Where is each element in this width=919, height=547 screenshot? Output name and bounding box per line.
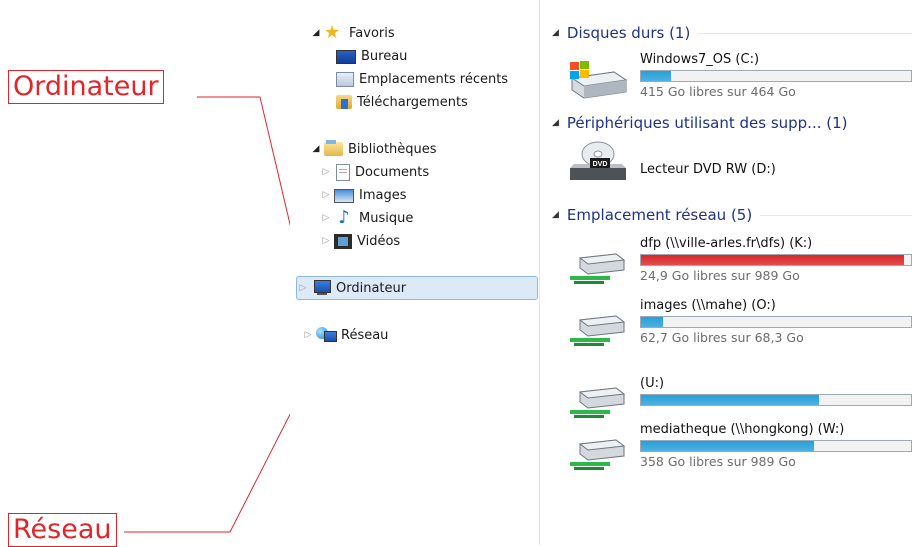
nav-item-musique[interactable]: ▷ ♪ Musique: [320, 207, 414, 229]
collapse-arrow-icon[interactable]: ▷: [302, 330, 314, 340]
desktop-icon: [336, 50, 356, 64]
music-icon: ♪: [338, 207, 350, 228]
nav-item-label: Téléchargements: [357, 94, 468, 110]
nav-item-label: Vidéos: [357, 233, 401, 249]
collapse-arrow-icon[interactable]: ▷: [320, 213, 332, 223]
capacity-bar-fill: [641, 317, 663, 327]
drive-free-space: 24,9 Go libres sur 989 Go: [640, 268, 800, 283]
group-header-hdd[interactable]: ◢ Disques durs (1): [552, 24, 912, 42]
network-drive-icon: [570, 387, 626, 418]
hard-drive-windows-icon: [570, 61, 628, 99]
drive-c[interactable]: Windows7_OS (C:) 415 Go libres sur 464 G…: [566, 52, 916, 104]
downloads-icon: [336, 95, 352, 109]
collapse-group-icon[interactable]: ◢: [552, 118, 559, 128]
star-icon: ★: [324, 22, 341, 43]
nav-item-videos[interactable]: ▷ Vidéos: [320, 230, 400, 252]
capacity-bar: [640, 394, 912, 406]
nav-item-label: Images: [359, 187, 407, 203]
expand-arrow-icon[interactable]: ◢: [310, 144, 322, 154]
drive-free-space: 358 Go libres sur 989 Go: [640, 454, 796, 469]
group-header-network[interactable]: ◢ Emplacement réseau (5): [552, 206, 912, 224]
drive-w[interactable]: mediatheque (\\hongkong) (W:) 358 Go lib…: [566, 422, 916, 474]
recent-places-icon: [336, 71, 354, 87]
libraries-icon: [324, 140, 343, 156]
group-title: Emplacement réseau (5): [566, 206, 753, 224]
capacity-bar: [640, 70, 912, 82]
nav-item-label: Emplacements récents: [359, 71, 509, 87]
nav-item-telechargements[interactable]: Téléchargements: [334, 91, 468, 113]
group-title: Disques durs (1): [566, 24, 691, 42]
drive-o[interactable]: images (\\mahe) (O:) 62,7 Go libres sur …: [566, 298, 916, 350]
drive-u[interactable]: (U:): [566, 376, 916, 428]
drive-dvd[interactable]: DVD Lecteur DVD RW (D:): [566, 141, 916, 196]
group-divider: [698, 32, 912, 34]
nav-item-label: Bureau: [361, 48, 408, 64]
nav-ordinateur-label: Ordinateur: [336, 280, 407, 296]
capacity-bar: [640, 254, 912, 266]
videos-icon: [334, 233, 352, 249]
capacity-bar: [640, 440, 912, 452]
drive-name: images (\\mahe) (O:): [640, 298, 776, 313]
collapse-arrow-icon[interactable]: ▷: [320, 167, 332, 177]
nav-item-label: Documents: [355, 164, 430, 180]
nav-bibliotheques-label: Bibliothèques: [348, 141, 437, 157]
nav-favoris-label: Favoris: [349, 25, 395, 41]
collapse-arrow-icon[interactable]: ▷: [297, 283, 309, 293]
drive-name: Windows7_OS (C:): [640, 52, 760, 67]
dvd-badge: DVD: [593, 161, 608, 168]
content-pane: ◢ Disques durs (1) Windows7_OS (C:) 415 …: [540, 0, 919, 545]
navigation-pane: ◢ ★ Favoris Bureau Emplacements récents …: [290, 0, 540, 545]
network-drive-icon: [570, 315, 626, 346]
capacity-bar-fill: [641, 71, 671, 81]
collapse-arrow-icon[interactable]: ▷: [320, 236, 332, 246]
nav-ordinateur[interactable]: ▷ Ordinateur: [296, 276, 538, 300]
pictures-icon: [334, 189, 354, 203]
drive-k[interactable]: dfp (\\ville-arles.fr\dfs) (K:) 24,9 Go …: [566, 236, 916, 288]
collapse-group-icon[interactable]: ◢: [552, 28, 559, 38]
network-drive-icon: [570, 439, 626, 470]
callout-reseau: Réseau: [8, 513, 117, 547]
collapse-group-icon[interactable]: ◢: [552, 210, 559, 220]
nav-item-emplacements-recents[interactable]: Emplacements récents: [334, 68, 508, 90]
group-title: Périphériques utilisant des supp... (1): [566, 114, 848, 132]
nav-item-images[interactable]: ▷ Images: [320, 184, 407, 206]
drive-name: mediatheque (\\hongkong) (W:): [640, 422, 845, 437]
nav-reseau-label: Réseau: [341, 327, 389, 343]
documents-icon: [336, 163, 350, 181]
dvd-drive-icon: DVD: [570, 141, 626, 180]
collapse-arrow-icon[interactable]: ▷: [320, 190, 332, 200]
nav-favoris[interactable]: ◢ ★ Favoris: [310, 22, 395, 44]
network-icon: [316, 327, 337, 343]
group-divider: [760, 214, 912, 216]
capacity-bar: [640, 316, 912, 328]
drive-free-space: 415 Go libres sur 464 Go: [640, 84, 796, 99]
capacity-bar-fill: [641, 395, 820, 405]
explorer-window: ◢ ★ Favoris Bureau Emplacements récents …: [290, 0, 919, 545]
nav-bibliotheques[interactable]: ◢ Bibliothèques: [310, 138, 437, 160]
computer-icon: [311, 280, 331, 296]
drive-name: (U:): [640, 376, 665, 391]
callout-ordinateur: Ordinateur: [8, 70, 164, 104]
nav-reseau[interactable]: ▷ Réseau: [302, 324, 388, 346]
nav-item-documents[interactable]: ▷ Documents: [320, 161, 429, 183]
drive-name: Lecteur DVD RW (D:): [640, 162, 776, 177]
nav-item-bureau[interactable]: Bureau: [334, 45, 407, 67]
drive-free-space: 62,7 Go libres sur 68,3 Go: [640, 330, 804, 345]
drive-name: dfp (\\ville-arles.fr\dfs) (K:): [640, 236, 813, 251]
capacity-bar-fill: [641, 441, 814, 451]
expand-arrow-icon[interactable]: ◢: [310, 28, 322, 38]
nav-item-label: Musique: [359, 210, 414, 226]
group-header-removable[interactable]: ◢ Périphériques utilisant des supp... (1…: [552, 114, 912, 132]
network-drive-icon: [570, 253, 626, 284]
capacity-bar-fill: [641, 255, 905, 265]
